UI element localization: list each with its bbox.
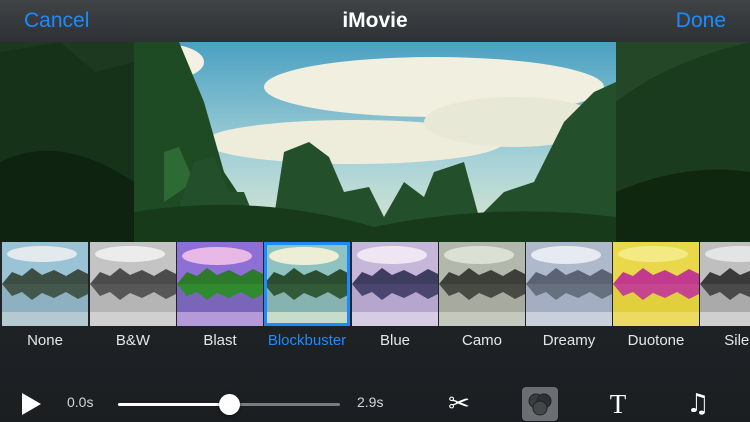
music-icon[interactable]: ♫ — [680, 387, 716, 421]
scrubber-track[interactable] — [118, 394, 340, 415]
filter-duotone-thumbnail — [613, 242, 699, 326]
filter-none-thumbnail — [2, 242, 88, 326]
filter-silent[interactable]: Silent — [700, 242, 750, 354]
filters-icon[interactable] — [522, 387, 558, 421]
filter-camo-thumbnail — [439, 242, 525, 326]
filter-silent-thumbnail — [700, 242, 750, 326]
cancel-button[interactable]: Cancel — [24, 9, 89, 33]
filter-blast[interactable]: Blast — [177, 242, 263, 354]
play-icon[interactable] — [22, 393, 41, 415]
scissors-icon[interactable]: ✂ — [441, 387, 477, 421]
filter-bw[interactable]: B&W — [90, 242, 176, 354]
filter-dreamy-thumbnail — [526, 242, 612, 326]
filter-blockbuster-thumbnail — [264, 242, 350, 326]
filter-strip: None B&W Blast Blockbuster Blue Camo Dre… — [0, 242, 750, 354]
navigation-bar: Cancel iMovie Done — [0, 0, 750, 42]
filter-duotone[interactable]: Duotone — [613, 242, 699, 354]
scrubber-progress — [118, 403, 229, 406]
filter-camo[interactable]: Camo — [439, 242, 525, 354]
filter-none[interactable]: None — [2, 242, 88, 354]
page-title: iMovie — [342, 9, 408, 32]
end-time: 2.9s — [357, 394, 384, 410]
title-icon[interactable]: T — [600, 387, 636, 421]
video-preview[interactable] — [134, 42, 616, 242]
filter-blue[interactable]: Blue — [352, 242, 438, 354]
imovie-filter-screen: Cancel iMovie Done None B&W Blast Blockb… — [0, 0, 750, 422]
filter-blockbuster[interactable]: Blockbuster — [264, 242, 350, 354]
blurred-background-right — [616, 42, 750, 242]
current-time: 0.0s — [67, 394, 94, 410]
filter-dreamy[interactable]: Dreamy — [526, 242, 612, 354]
filter-bw-thumbnail — [90, 242, 176, 326]
blurred-background-left — [0, 42, 134, 242]
done-button[interactable]: Done — [676, 9, 726, 33]
playback-toolbar: 0.0s 2.9s ✂ T ♫ — [0, 380, 750, 422]
filter-blast-thumbnail — [177, 242, 263, 326]
filter-silent-label: Silent — [724, 332, 750, 349]
scrubber-knob[interactable] — [219, 394, 240, 415]
filter-blue-thumbnail — [352, 242, 438, 326]
